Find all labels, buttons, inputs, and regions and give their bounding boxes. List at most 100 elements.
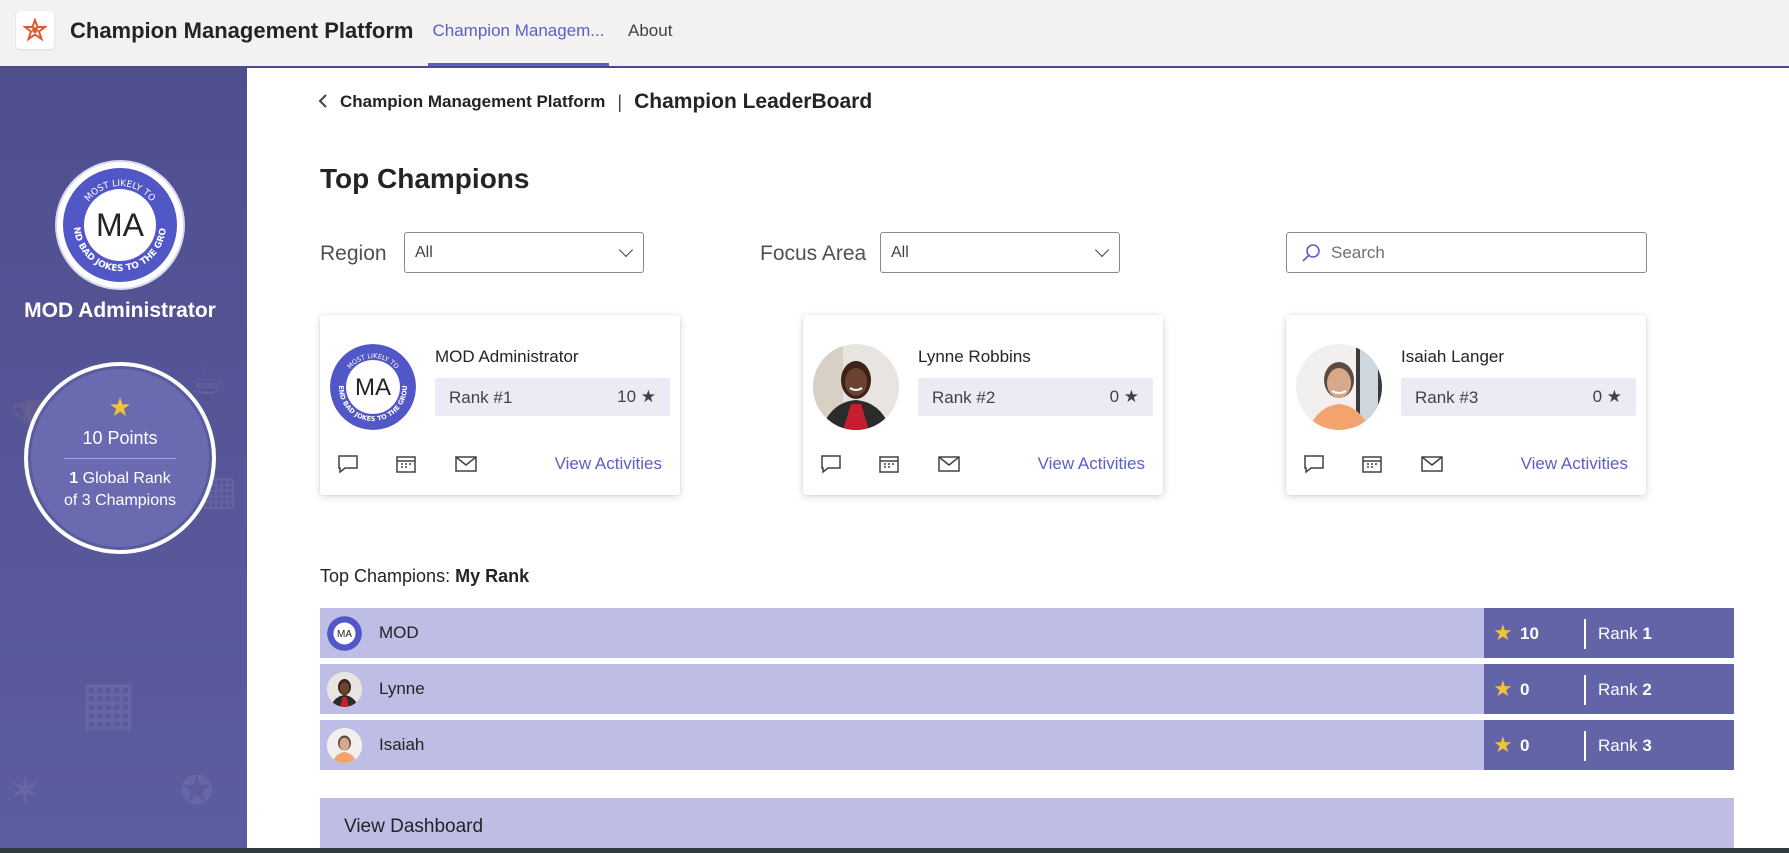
focus-area-select[interactable]: All (880, 232, 1120, 273)
decor-calendar-icon: ▦ (80, 669, 137, 736)
decor-sparkle-icon: ✶ (8, 769, 42, 813)
calendar-icon[interactable] (877, 452, 901, 476)
mail-icon[interactable] (1420, 452, 1444, 476)
rank-label: Rank #1 (449, 388, 513, 407)
tab-champion-management[interactable]: Champion Managem... (428, 0, 609, 66)
app-logo-icon[interactable] (16, 11, 54, 49)
champion-avatar: MOST LIKELY TO SEND BAD JOKES TO THE GRO… (330, 344, 416, 430)
row-points: 0 (1520, 680, 1530, 699)
star-icon: ★ (1493, 732, 1513, 757)
card-actions: View Activities (819, 452, 1149, 476)
chevron-down-icon (618, 242, 634, 258)
champion-card: Isaiah Langer Rank #3 0 ★ View Activitie… (1286, 315, 1646, 495)
points-value: 0 ★ (1592, 387, 1622, 406)
chevron-down-icon (1094, 242, 1110, 258)
search-icon (1302, 244, 1320, 262)
rank-number: 1 (1642, 624, 1652, 643)
global-rank-number: 1 (69, 470, 79, 487)
rank-label: Rank (1598, 624, 1643, 643)
rank-label: Rank (1598, 736, 1643, 755)
view-dashboard-button[interactable]: View Dashboard (320, 798, 1734, 853)
champion-name: Isaiah Langer (1401, 347, 1505, 366)
row-rank: Rank 2 (1598, 680, 1652, 700)
app-title: Champion Management Platform (70, 18, 414, 43)
chevron-left-icon[interactable] (318, 92, 328, 113)
row-name: MOD (379, 623, 419, 642)
rank-row[interactable]: Isaiah ★ 0 Rank 3 (320, 720, 1734, 770)
breadcrumb-parent[interactable]: Champion Management Platform (340, 92, 605, 112)
search-box[interactable] (1286, 232, 1647, 273)
top-bar: Champion Management Platform Champion Ma… (0, 0, 1789, 68)
champion-avatar (1296, 344, 1382, 430)
breadcrumb-separator: | (617, 91, 623, 112)
user-name: MOD Administrator (24, 299, 216, 322)
chat-icon[interactable] (336, 452, 360, 476)
my-rank-prefix: Top Champions: (320, 566, 456, 586)
mail-icon[interactable] (454, 452, 478, 476)
view-dashboard-label: View Dashboard (344, 816, 484, 837)
rank-number: 2 (1642, 680, 1652, 699)
row-stats: ★ 0 Rank 2 (1484, 664, 1734, 714)
points-value: 0 ★ (1109, 387, 1139, 406)
rank-row[interactable]: Lynne ★ 0 Rank 2 (320, 664, 1734, 714)
row-avatar (327, 728, 362, 763)
rank-label: Rank #3 (1415, 388, 1479, 407)
avatar-initials: MA (355, 374, 391, 401)
card-actions: View Activities (1302, 452, 1632, 476)
row-avatar (327, 672, 362, 707)
rank-row[interactable]: MA MOD ★ 10 Rank 1 (320, 608, 1734, 658)
row-stats: ★ 10 Rank 1 (1484, 608, 1734, 658)
row-stats: ★ 0 Rank 3 (1484, 720, 1734, 770)
view-activities-link[interactable]: View Activities (1038, 454, 1145, 474)
breadcrumb-current: Champion LeaderBoard (634, 90, 873, 113)
row-points: 10 (1520, 624, 1539, 643)
my-rank-bold: My Rank (455, 566, 530, 586)
mail-icon[interactable] (937, 452, 961, 476)
rank-of-label: of 3 Champions (63, 492, 177, 509)
breadcrumb: Champion Management Platform | Champion … (318, 90, 872, 114)
my-rank-title: Top Champions: My Rank (320, 566, 529, 587)
page-title: Top Champions (320, 163, 530, 194)
focus-area-label: Focus Area (760, 242, 867, 265)
search-input[interactable] (1331, 241, 1631, 265)
card-actions: View Activities (336, 452, 666, 476)
sidebar: ☕ 🏆 ▦ ▦ ✶ ✪ MOST LIKELY TO SEND BAD JOKE… (0, 68, 247, 853)
champion-avatar (813, 344, 899, 430)
stats-divider (1584, 675, 1586, 705)
rank-number: 3 (1642, 736, 1652, 755)
user-avatar: MOST LIKELY TO SEND BAD JOKES TO THE GRO… (57, 159, 183, 288)
row-name: Isaiah (379, 735, 425, 754)
rank-box: Rank #1 10 ★ (435, 378, 670, 416)
points-circle: ★ 10 Points 1 Global Rank of 3 Champions (24, 362, 216, 554)
row-name: Lynne (379, 679, 425, 698)
points-value: 10 ★ (617, 387, 656, 406)
stats-divider (1584, 731, 1586, 761)
bottom-strip (0, 848, 1789, 853)
row-points: 0 (1520, 736, 1530, 755)
view-activities-link[interactable]: View Activities (555, 454, 662, 474)
champion-card: Lynne Robbins Rank #2 0 ★ View Activitie… (803, 315, 1163, 495)
user-initials: MA (96, 207, 145, 243)
view-activities-link[interactable]: View Activities (1521, 454, 1628, 474)
region-label: Region (320, 242, 387, 265)
decor-badge-icon: ✪ (180, 769, 214, 813)
global-rank: 1 Global Rank (28, 470, 212, 488)
champion-name: MOD Administrator (435, 347, 579, 366)
chat-icon[interactable] (819, 452, 843, 476)
tab-about[interactable]: About (628, 0, 672, 66)
calendar-icon[interactable] (1360, 452, 1384, 476)
calendar-icon[interactable] (394, 452, 418, 476)
focus-area-value: All (891, 244, 909, 261)
champion-card: MOST LIKELY TO SEND BAD JOKES TO THE GRO… (320, 315, 680, 495)
row-rank: Rank 3 (1598, 736, 1652, 756)
rank-label: Rank #2 (932, 388, 996, 407)
avatar-initials: MA (337, 629, 352, 640)
rank-box: Rank #3 0 ★ (1401, 378, 1636, 416)
region-select[interactable]: All (404, 232, 644, 273)
chat-icon[interactable] (1302, 452, 1326, 476)
rank-label: Rank (1598, 680, 1643, 699)
row-avatar: MA (327, 616, 362, 651)
region-value: All (415, 244, 433, 261)
row-rank: Rank 1 (1598, 624, 1652, 644)
global-rank-label: Global Rank (78, 470, 171, 487)
